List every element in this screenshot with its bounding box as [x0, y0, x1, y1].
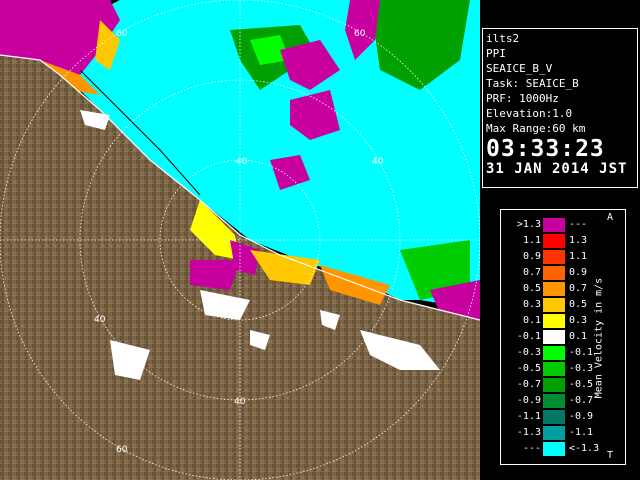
legend-swatch — [543, 234, 565, 248]
scan-date: 31 JAN 2014 JST — [486, 161, 628, 177]
legend-lower-bound: 0.1 — [522, 315, 541, 326]
data-type: SEAICE_B_V — [486, 62, 553, 75]
legend-swatch — [543, 362, 565, 376]
radar-info-panel: ilts2 PPI SEAICE_B_V Task: SEAICE_B PRF:… — [482, 28, 638, 188]
legend-lower-bound: -1.3 — [516, 427, 541, 438]
arrow-toward-icon: T — [607, 450, 614, 461]
legend-upper-bound: <-1.3 — [569, 443, 600, 454]
legend-lower-bound: -0.5 — [516, 363, 541, 374]
legend-upper-bound: -1.1 — [569, 427, 594, 438]
ring-label-40-bottom: 40 — [234, 397, 246, 407]
prf-value: PRF: 1000Hz — [486, 92, 559, 105]
ring-label-40-top: 40 — [236, 157, 248, 167]
ring-label-40-left: 40 — [94, 315, 106, 325]
ring-label-60-bottom: 60 — [116, 445, 128, 455]
legend-row: >1.3 --- — [501, 217, 611, 233]
legend-swatch — [543, 282, 565, 296]
legend-swatch — [543, 330, 565, 344]
elevation-value: Elevation:1.0 — [486, 107, 573, 120]
scan-time: 03:33:23 — [486, 136, 605, 162]
legend-row: --- <-1.3 — [501, 441, 611, 457]
legend-lower-bound: 0.3 — [522, 299, 541, 310]
ring-label-60-top-right: 60 — [354, 29, 366, 39]
legend-upper-bound: 1.1 — [569, 251, 588, 262]
legend-swatch — [543, 346, 565, 360]
legend-swatch — [543, 378, 565, 392]
legend-upper-bound: -0.9 — [569, 411, 594, 422]
legend-lower-bound: -0.7 — [516, 379, 541, 390]
legend-upper-bound: 1.3 — [569, 235, 588, 246]
legend-swatch — [543, 218, 565, 232]
legend-lower-bound: -0.9 — [516, 395, 541, 406]
product-type: PPI — [486, 47, 506, 60]
legend-lower-bound: >1.3 — [516, 219, 541, 230]
arrow-away-icon: A — [607, 212, 614, 223]
legend-swatch — [543, 394, 565, 408]
legend-row: 1.1 1.3 — [501, 233, 611, 249]
legend-lower-bound: -0.1 — [516, 331, 541, 342]
legend-swatch — [543, 410, 565, 424]
ring-label-60-top-left: 60 — [116, 29, 128, 39]
legend-lower-bound: 0.7 — [522, 267, 541, 278]
legend-lower-bound: -1.1 — [516, 411, 541, 422]
legend-swatch — [543, 426, 565, 440]
max-range-value: Max Range:60 km — [486, 122, 586, 135]
legend-upper-bound: --- — [569, 219, 588, 230]
legend-lower-bound: 0.9 — [522, 251, 541, 262]
radar-ppi-display: 40 40 40 40 60 60 60 — [0, 0, 480, 480]
legend-row: -1.1 -0.9 — [501, 409, 611, 425]
velocity-color-legend: >1.3 --- 1.1 1.3 0.9 1.1 0.7 0.9 0.5 0.7 0.3 0.5 0.1… — [500, 209, 626, 465]
site-name: ilts2 — [486, 32, 520, 45]
task-name: Task: SEAICE_B — [486, 77, 579, 90]
legend-swatch — [543, 266, 565, 280]
legend-unit-label: Mean Velocity in m/s — [593, 277, 605, 399]
legend-swatch — [543, 250, 565, 264]
legend-lower-bound: 1.1 — [522, 235, 541, 246]
ring-label-40-right: 40 — [372, 157, 384, 167]
legend-lower-bound: 0.5 — [522, 283, 541, 294]
legend-swatch — [543, 314, 565, 328]
legend-swatch — [543, 298, 565, 312]
legend-lower-bound: --- — [522, 443, 541, 454]
legend-row: -1.3 -1.1 — [501, 425, 611, 441]
legend-swatch — [543, 442, 565, 456]
legend-lower-bound: -0.3 — [516, 347, 541, 358]
legend-row: 0.9 1.1 — [501, 249, 611, 265]
